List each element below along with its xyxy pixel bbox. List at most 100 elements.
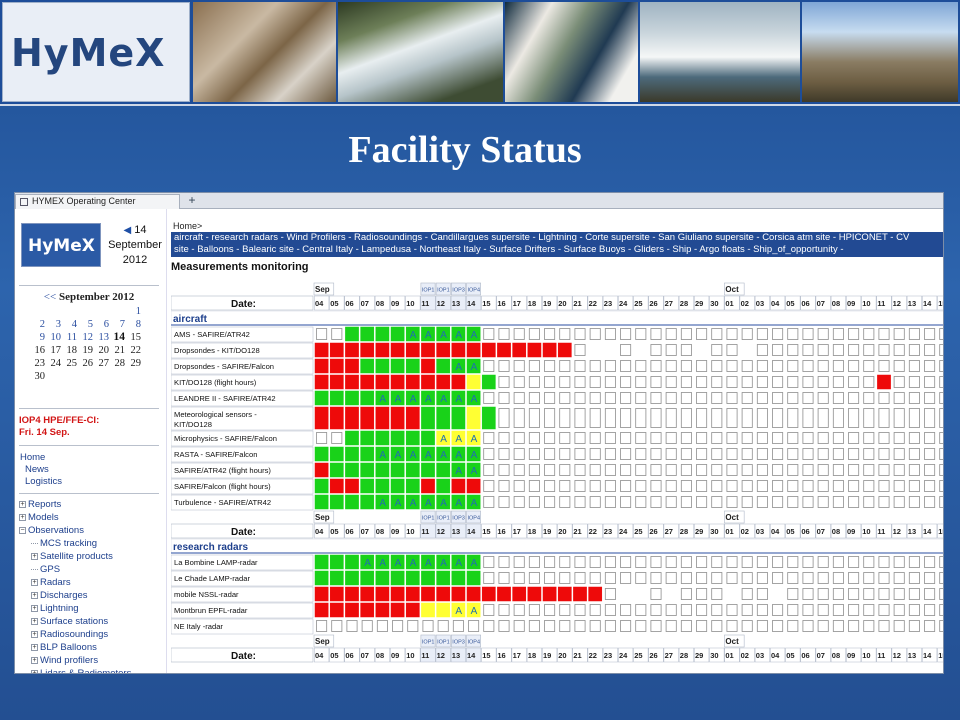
- status-cell-empty: [620, 360, 632, 372]
- iop-announcement[interactable]: IOP4 HPE/FFE-CI: Fri. 14 Sep.: [19, 415, 165, 439]
- calendar-grid: 1 2 3 4 5 6 7 8 9 10 11 12 13 14 15 16 17 18 19 20 21 22 23 24 2…: [29, 305, 142, 383]
- expand-icon[interactable]: +: [31, 657, 38, 664]
- tree-item-label: BLP Balloons: [40, 642, 97, 653]
- tree-item[interactable]: GPS: [19, 563, 131, 576]
- calendar-day[interactable]: 30: [29, 370, 46, 383]
- calendar-day[interactable]: 18: [61, 344, 78, 357]
- tree-item[interactable]: + Radars: [19, 576, 131, 589]
- archive-mark: A: [440, 450, 447, 461]
- nav-news[interactable]: News: [20, 464, 62, 476]
- calendar-day[interactable]: 24: [45, 357, 62, 370]
- calendar-day[interactable]: 26: [77, 357, 94, 370]
- tree-item[interactable]: + Lidars & Radiometers: [19, 667, 131, 673]
- collapse-icon[interactable]: −: [19, 527, 26, 534]
- expand-icon[interactable]: +: [31, 553, 38, 560]
- site-links-line-1[interactable]: aircraft - research radars - Wind Profil…: [174, 232, 942, 244]
- expand-icon[interactable]: +: [31, 670, 38, 673]
- nav-logistics[interactable]: Logistics: [20, 476, 62, 488]
- expand-icon[interactable]: +: [31, 579, 38, 586]
- tree-item[interactable]: + Lightning: [19, 602, 131, 615]
- status-cell-empty: [696, 408, 708, 428]
- calendar-day[interactable]: 21: [109, 344, 126, 357]
- status-cell-empty: [802, 328, 814, 340]
- calendar-day[interactable]: 9: [29, 331, 45, 344]
- status-cell-empty: [665, 572, 677, 584]
- calendar-day[interactable]: 1: [125, 305, 141, 318]
- tree-item[interactable]: + Models: [19, 511, 131, 524]
- main-nav: Home News Logistics: [20, 452, 62, 488]
- calendar-day[interactable]: 15: [125, 331, 142, 344]
- tree-item[interactable]: MCS tracking: [19, 537, 131, 550]
- status-cell-empty: [802, 360, 814, 372]
- status-cell-empty: [756, 328, 768, 340]
- calendar-day[interactable]: 28: [109, 357, 126, 370]
- expand-icon[interactable]: +: [19, 501, 26, 508]
- calendar-day[interactable]: 13: [93, 331, 110, 344]
- facility-name: Microphysics - SAFIRE/Falcon: [174, 434, 277, 443]
- expand-icon[interactable]: +: [19, 514, 26, 521]
- calendar-day[interactable]: 23: [29, 357, 46, 370]
- status-cell-empty: [574, 344, 586, 356]
- calendar-day[interactable]: 16: [29, 344, 46, 357]
- calendar-day[interactable]: 29: [125, 357, 142, 370]
- expand-icon[interactable]: +: [31, 618, 38, 625]
- status-cell-ok: [314, 478, 329, 494]
- archive-mark: A: [364, 558, 371, 569]
- tree-item[interactable]: + Wind profilers: [19, 654, 131, 667]
- status-cell-fail: [314, 602, 329, 618]
- status-cell-empty: [772, 556, 784, 568]
- calendar-day[interactable]: 17: [45, 344, 62, 357]
- day-header: 12: [893, 527, 901, 536]
- calendar-day[interactable]: 19: [77, 344, 94, 357]
- status-cell-empty: [559, 392, 571, 404]
- calendar-day[interactable]: 22: [125, 344, 142, 357]
- calendar-day[interactable]: 2: [29, 318, 45, 331]
- date-month: September: [108, 239, 162, 251]
- calendar-day[interactable]: 3: [45, 318, 61, 331]
- calendar-day[interactable]: 4: [61, 318, 77, 331]
- calendar-day[interactable]: 7: [109, 318, 125, 331]
- expand-icon[interactable]: +: [31, 644, 38, 651]
- tree-item[interactable]: + Reports: [19, 498, 131, 511]
- tree-item[interactable]: + Satellite products: [19, 550, 131, 563]
- expand-icon[interactable]: +: [31, 631, 38, 638]
- tree-item[interactable]: + BLP Balloons: [19, 641, 131, 654]
- expand-icon[interactable]: +: [31, 592, 38, 599]
- calendar-day[interactable]: 12: [77, 331, 94, 344]
- status-cell-fail: [421, 358, 435, 374]
- site-links-line-2[interactable]: site - Balloons - Balearic site - Centra…: [174, 244, 942, 256]
- calendar-day[interactable]: 10: [45, 331, 62, 344]
- calendar-day[interactable]: 27: [93, 357, 110, 370]
- calendar-day[interactable]: 6: [93, 318, 109, 331]
- calendar-day[interactable]: 8: [125, 318, 141, 331]
- tree-item[interactable]: − Observations: [19, 524, 131, 537]
- tree-item[interactable]: + Surface stations: [19, 615, 131, 628]
- archive-mark: A: [379, 498, 386, 509]
- expand-icon[interactable]: +: [31, 605, 38, 612]
- status-cell-empty: [893, 572, 905, 584]
- status-cell-ok: [329, 554, 344, 570]
- status-cell-empty: [528, 432, 540, 444]
- new-tab-button[interactable]: +: [185, 194, 199, 208]
- calendar-day[interactable]: 5: [77, 318, 93, 331]
- status-cell-empty: [908, 480, 920, 492]
- calendar-day[interactable]: 25: [61, 357, 78, 370]
- status-cell-empty: [711, 572, 723, 584]
- browser-tab[interactable]: HYMEX Operating Center: [15, 194, 180, 209]
- status-cell-empty: [772, 448, 784, 460]
- date-label: Date:: [231, 299, 256, 310]
- calendar-day[interactable]: 14: [109, 331, 126, 344]
- status-cell-empty: [650, 604, 662, 616]
- tree-item[interactable]: + Radiosoundings: [19, 628, 131, 641]
- breadcrumb[interactable]: Home>: [173, 221, 202, 231]
- tree-item[interactable]: + Discharges: [19, 589, 131, 602]
- day-header: 13: [452, 651, 460, 660]
- sidebar-logo[interactable]: HyMeX: [21, 223, 101, 267]
- day-header: 07: [361, 651, 369, 660]
- calendar-day[interactable]: 11: [61, 331, 77, 344]
- previous-day-icon[interactable]: ◀: [123, 225, 131, 236]
- nav-home[interactable]: Home: [20, 452, 62, 464]
- status-cell-empty: [848, 480, 860, 492]
- calendar-day[interactable]: 20: [93, 344, 110, 357]
- calendar-prev-link[interactable]: <<: [44, 291, 56, 303]
